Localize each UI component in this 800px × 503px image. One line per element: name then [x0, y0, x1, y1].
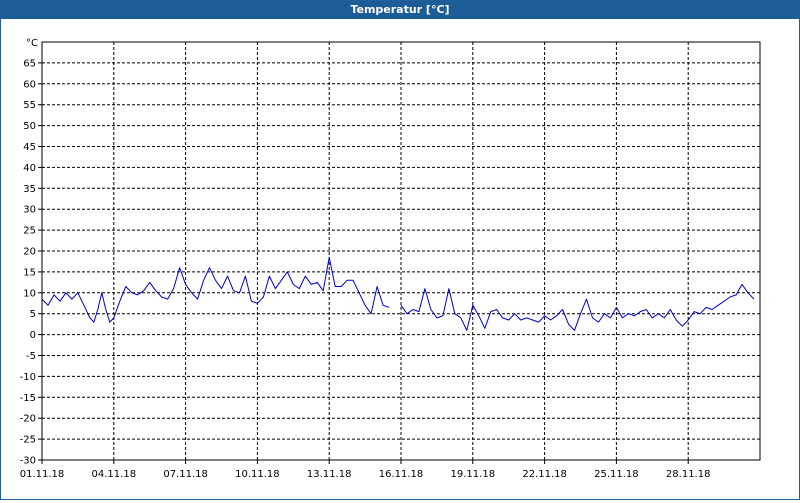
x-tick-label: 28.11.18 — [666, 469, 711, 480]
y-tick-label: 20 — [23, 247, 36, 258]
y-tick-label: 10 — [23, 288, 36, 299]
x-tick-label: 16.11.18 — [379, 469, 424, 480]
x-tick-label: 04.11.18 — [92, 469, 137, 480]
y-tick-label: 5 — [30, 309, 36, 320]
y-tick-label: -15 — [20, 393, 36, 404]
y-tick-label: -25 — [20, 435, 36, 446]
x-tick-label: 25.11.18 — [594, 469, 639, 480]
chart-window: Temperatur [°C] -30 -25 -20 -15 -10 -5 0 5 10 15 2… — [0, 0, 800, 500]
y-tick-label: 60 — [23, 79, 36, 90]
y-tick-label: 40 — [23, 163, 36, 174]
temperature-chart: -30 -25 -20 -15 -10 -5 0 5 10 15 20 25 30 35 40 45 50 55 6… — [20, 38, 761, 480]
x-tick-label: 19.11.18 — [451, 469, 496, 480]
x-tick-label: 22.11.18 — [522, 469, 567, 480]
y-tick-label: 0 — [30, 330, 36, 341]
temperature-series-line — [400, 283, 755, 331]
y-tick-label: 65 — [23, 58, 36, 69]
y-tick-label: 15 — [23, 267, 36, 278]
x-tick-label: 13.11.18 — [307, 469, 352, 480]
plot-area: -30 -25 -20 -15 -10 -5 0 5 10 15 20 25 30 35 40 45 50 55 6… — [1, 19, 799, 499]
window-title: Temperatur [°C] — [1, 1, 799, 19]
y-tick-label: 55 — [23, 100, 36, 111]
temperature-series-line — [41, 256, 390, 323]
y-tick-label: -30 — [20, 456, 36, 467]
y-tick-label: 50 — [23, 121, 36, 132]
x-tick-label: 01.11.18 — [20, 469, 65, 480]
y-tick-label: 45 — [23, 142, 36, 153]
y-tick-label: 25 — [23, 226, 36, 237]
x-tick-label: 10.11.18 — [235, 469, 280, 480]
y-tick-label: 30 — [23, 205, 36, 216]
y-tick-label: -10 — [20, 372, 36, 383]
y-axis-label: °C — [26, 38, 38, 49]
y-tick-label: -20 — [20, 414, 36, 425]
x-tick-label: 07.11.18 — [163, 469, 208, 480]
y-tick-label: -5 — [26, 351, 36, 362]
y-tick-label: 35 — [23, 184, 36, 195]
